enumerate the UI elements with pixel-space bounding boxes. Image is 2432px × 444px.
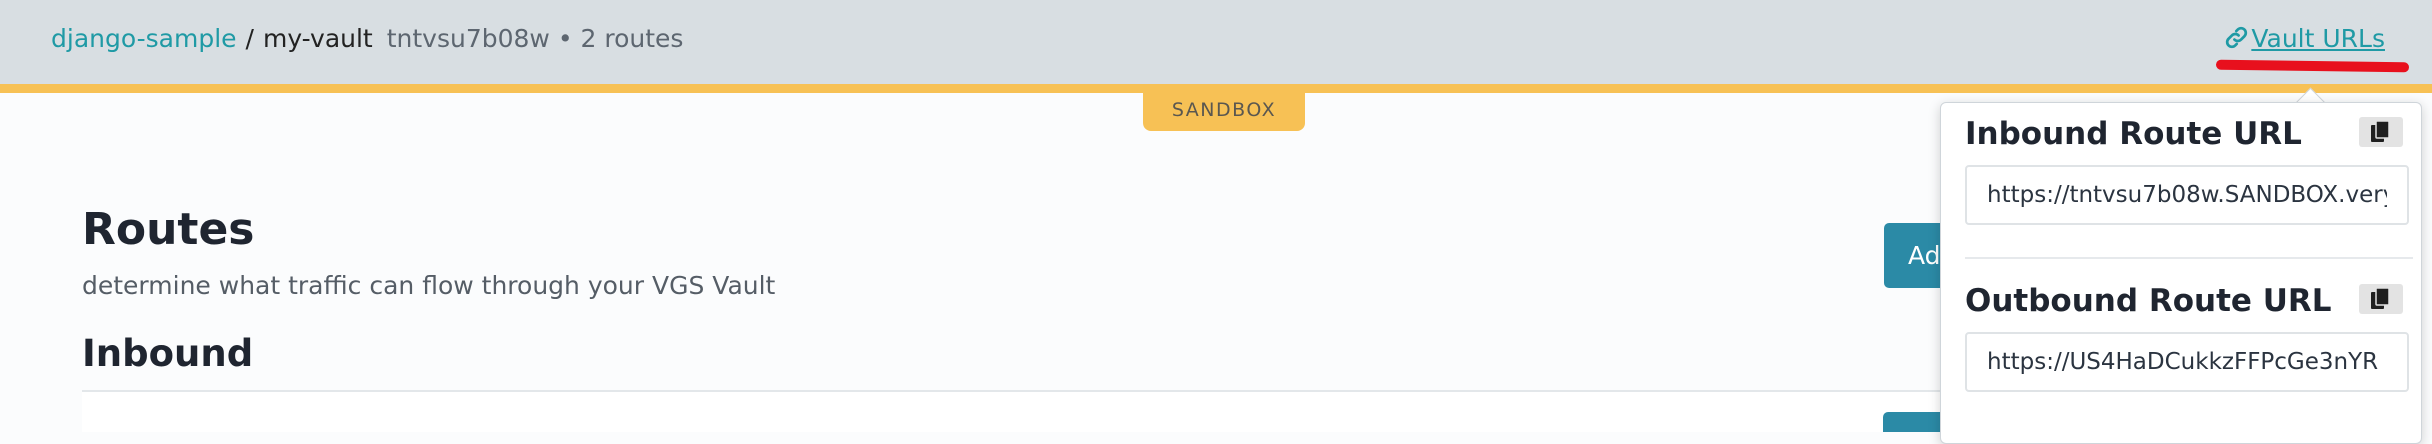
environment-badge: SANDBOX bbox=[1143, 90, 1305, 131]
vault-meta: tntvsu7b08w • 2 routes bbox=[386, 24, 684, 53]
top-bar: django-sample / my-vault tntvsu7b08w • 2 ro… bbox=[0, 0, 2432, 84]
popover-divider bbox=[1965, 257, 2413, 259]
link-icon bbox=[2226, 26, 2248, 49]
breadcrumb-project-link[interactable]: django-sample bbox=[51, 24, 237, 53]
page-title: Routes bbox=[82, 204, 255, 255]
copy-icon bbox=[2371, 287, 2390, 309]
page-subtitle: determine what traffic can flow through … bbox=[82, 271, 776, 300]
vault-urls-link[interactable]: Vault URLs bbox=[2224, 22, 2385, 56]
copy-outbound-url-button[interactable] bbox=[2359, 284, 2403, 314]
vault-urls-popover: Inbound Route URL Outbound Route URL bbox=[1940, 102, 2422, 444]
breadcrumb-vault-name: my-vault bbox=[262, 24, 373, 53]
inbound-route-url-label: Inbound Route URL bbox=[1965, 116, 2302, 152]
outbound-route-url-field[interactable] bbox=[1965, 332, 2409, 392]
inbound-route-url-field[interactable] bbox=[1965, 165, 2409, 225]
copy-icon bbox=[2371, 120, 2390, 142]
breadcrumb-separator: / bbox=[245, 24, 254, 53]
copy-inbound-url-button[interactable] bbox=[2359, 117, 2403, 147]
section-title-inbound: Inbound bbox=[82, 332, 254, 375]
outbound-route-url-label: Outbound Route URL bbox=[1965, 283, 2332, 319]
vault-urls-label: Vault URLs bbox=[2251, 24, 2385, 53]
breadcrumb: django-sample / my-vault tntvsu7b08w • 2 ro… bbox=[51, 22, 683, 56]
